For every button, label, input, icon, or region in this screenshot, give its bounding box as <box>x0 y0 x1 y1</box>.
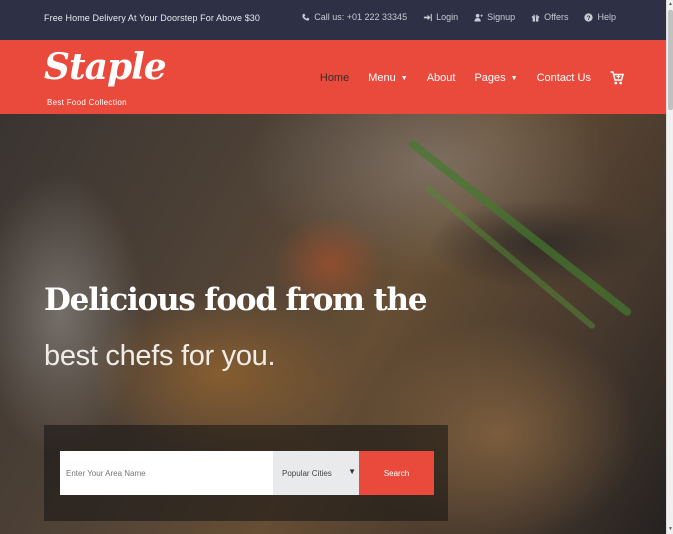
chevron-down-icon: ▼ <box>348 467 356 476</box>
scroll-down-icon[interactable]: ▼ <box>667 525 673 534</box>
top-bar: Free Home Delivery At Your Doorstep For … <box>0 0 666 40</box>
nav-item-menu[interactable]: Menu ▼ <box>368 72 407 84</box>
nav-item-label: Contact Us <box>536 72 591 84</box>
nav-item-about[interactable]: About <box>427 72 456 84</box>
svg-text:?: ? <box>587 15 591 22</box>
caret-down-icon: ▼ <box>400 74 408 82</box>
hero-banner: Delicious food from the best chefs for y… <box>0 114 666 534</box>
search-button[interactable]: Search <box>359 451 434 495</box>
nav-item-pages[interactable]: Pages ▼ <box>474 72 517 84</box>
user-plus-icon <box>474 13 483 22</box>
nav-item-home[interactable]: Home <box>320 72 349 84</box>
call-link-label: Call us: +01 222 33345 <box>314 12 408 22</box>
gift-icon <box>532 13 540 22</box>
site-header: Staple Best Food Collection Home Menu ▼ A… <box>0 40 666 114</box>
vertical-scrollbar[interactable]: ▲ ▼ <box>666 0 673 534</box>
hero-headline: Delicious food from the <box>44 282 428 318</box>
help-link[interactable]: ? Help <box>584 12 616 22</box>
offers-link-label: Offers <box>544 12 569 22</box>
page: Free Home Delivery At Your Doorstep For … <box>0 0 666 534</box>
scrollbar-thumb[interactable] <box>668 10 673 110</box>
top-links: Call us: +01 222 33345 Login Signup Offe… <box>301 12 616 22</box>
caret-down-icon: ▼ <box>510 74 518 82</box>
signup-link[interactable]: Signup <box>474 12 515 22</box>
city-select-value: Popular Cities <box>282 468 332 478</box>
scroll-up-icon[interactable]: ▲ <box>667 0 673 9</box>
city-select[interactable]: Popular Cities ▼ <box>273 451 359 495</box>
search-panel: Popular Cities ▼ Search <box>44 425 448 521</box>
nav-item-contact[interactable]: Contact Us <box>537 72 591 84</box>
login-icon <box>423 13 432 21</box>
site-logo[interactable]: Staple <box>44 46 167 88</box>
help-link-label: Help <box>597 12 616 22</box>
nav-item-label: About <box>426 72 456 84</box>
call-link[interactable]: Call us: +01 222 33345 <box>301 12 407 22</box>
site-tagline: Best Food Collection <box>47 98 127 107</box>
help-icon: ? <box>584 12 594 22</box>
main-nav: Home Menu ▼ About Pages ▼ Contact Us <box>320 70 624 86</box>
offers-link[interactable]: Offers <box>531 12 568 22</box>
nav-item-label: Home <box>319 72 350 84</box>
shopping-cart-icon[interactable] <box>610 70 624 86</box>
hero-subheadline: best chefs for you. <box>44 340 276 372</box>
phone-icon <box>302 13 310 21</box>
nav-item-label: Menu <box>368 72 396 84</box>
area-search-input[interactable] <box>60 451 273 495</box>
login-link[interactable]: Login <box>423 12 458 22</box>
nav-item-label: Pages <box>474 72 506 84</box>
login-link-label: Login <box>436 12 459 22</box>
delivery-promo-text: Free Home Delivery At Your Doorstep For … <box>44 13 261 23</box>
signup-link-label: Signup <box>487 12 516 22</box>
